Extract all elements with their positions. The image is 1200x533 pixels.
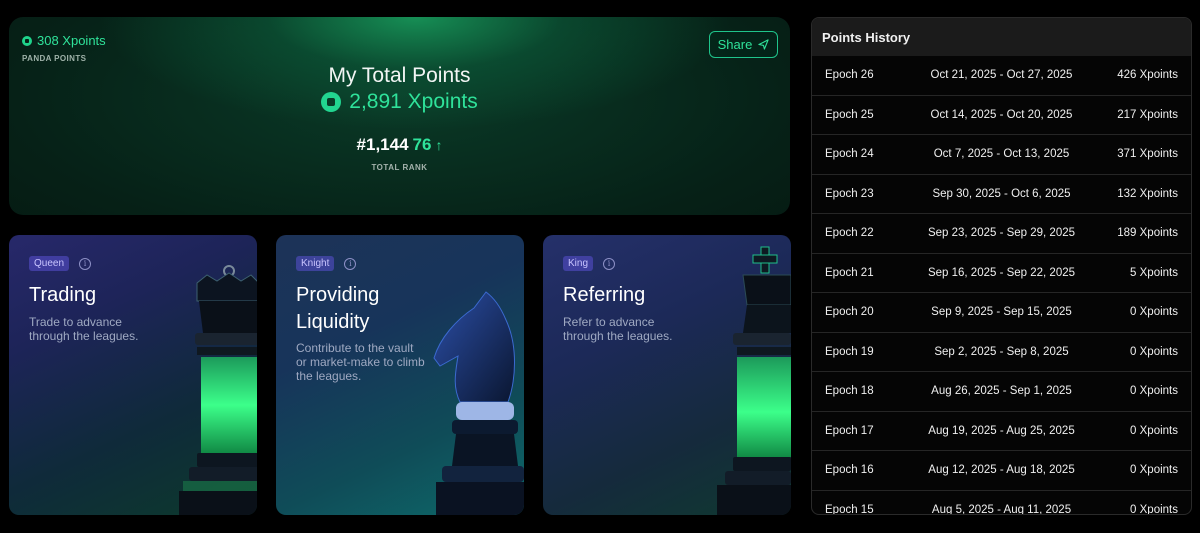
info-icon[interactable]: i (344, 257, 357, 270)
share-button[interactable]: Share (709, 31, 778, 58)
history-dates: Sep 16, 2025 - Sep 22, 2025 (927, 266, 1076, 279)
info-icon[interactable]: i (603, 257, 616, 270)
history-points: 132 Xpoints (1117, 187, 1178, 200)
history-epoch: Epoch 17 (825, 424, 874, 437)
points-history-panel[interactable]: Points History Epoch 26 Oct 21, 2025 - Oc… (811, 17, 1192, 515)
history-epoch: Epoch 25 (825, 108, 874, 121)
history-row: Epoch 17 Aug 19, 2025 - Aug 25, 2025 0 Xpo… (812, 412, 1191, 451)
league-title: Providing Liquidity (296, 284, 380, 333)
league-description: Contribute to the vault or market-make t… (296, 341, 425, 383)
history-dates: Sep 30, 2025 - Oct 6, 2025 (932, 187, 1071, 200)
tier-row: Knight i (296, 256, 357, 271)
total-points-card: 308 Xpoints PANDA POINTS Share My Total … (9, 17, 790, 215)
history-points: 0 Xpoints (1130, 424, 1178, 437)
panda-points: 308 Xpoints PANDA POINTS (22, 33, 106, 63)
tier-badge: Queen (29, 256, 70, 271)
knight-piece-image (433, 291, 524, 515)
history-dates: Aug 26, 2025 - Sep 1, 2025 (931, 385, 1072, 398)
history-row: Epoch 21 Sep 16, 2025 - Sep 22, 2025 5 Xpo… (812, 254, 1191, 293)
history-points: 0 Xpoints (1130, 503, 1178, 515)
league-description: Trade to advance through the leagues. (29, 315, 139, 343)
history-dates: Aug 19, 2025 - Aug 25, 2025 (928, 424, 1075, 437)
history-points: 189 Xpoints (1117, 227, 1178, 240)
panda-xpoints-value: 308 Xpoints (37, 33, 106, 48)
tier-row: King i (563, 256, 616, 271)
history-epoch: Epoch 21 (825, 266, 874, 279)
xpoints-icon (321, 92, 342, 112)
panda-points-label: PANDA POINTS (22, 54, 87, 63)
points-history-list[interactable]: Epoch 26 Oct 21, 2025 - Oct 27, 2025 426 X… (812, 56, 1191, 515)
history-epoch: Epoch 19 (825, 345, 874, 358)
history-points: 426 Xpoints (1117, 69, 1178, 82)
queen-piece-image (179, 265, 257, 515)
points-history-title: Points History (812, 18, 1191, 56)
history-row: Epoch 25 Oct 14, 2025 - Oct 20, 2025 217 X… (812, 96, 1191, 135)
league-title: Trading (29, 284, 97, 306)
rank-change-value: 76 (412, 135, 432, 154)
history-epoch: Epoch 22 (825, 227, 874, 240)
total-points-value: 2,891 Xpoints (349, 90, 478, 113)
history-row: Epoch 19 Sep 2, 2025 - Sep 8, 2025 0 Xpoin… (812, 333, 1191, 372)
history-points: 217 Xpoints (1117, 108, 1178, 121)
arrow-up-icon: ↑ (435, 137, 443, 153)
king-piece-image (717, 246, 791, 515)
history-row: Epoch 16 Aug 12, 2025 - Aug 18, 2025 0 Xpo… (812, 451, 1191, 491)
league-card-trading[interactable]: Queen i Trading Trade to advance through… (9, 235, 257, 515)
info-icon[interactable]: i (79, 257, 92, 270)
share-button-label: Share (717, 37, 753, 52)
history-dates: Aug 5, 2025 - Aug 11, 2025 (931, 503, 1072, 515)
rank-label: TOTAL RANK (371, 163, 428, 172)
history-row: Epoch 18 Aug 26, 2025 - Sep 1, 2025 0 Xpoi… (812, 372, 1191, 412)
page-title: My Total Points (328, 64, 471, 87)
league-card-liquidity[interactable]: Knight i Providing Liquidity Contribute … (276, 235, 524, 515)
rank-value: #1,144 (356, 135, 409, 154)
history-dates: Sep 2, 2025 - Sep 8, 2025 (934, 345, 1069, 358)
history-points: 371 Xpoints (1117, 148, 1178, 161)
tier-badge: King (563, 256, 594, 271)
league-title: Referring (563, 284, 646, 306)
tier-row: Queen i (29, 256, 92, 271)
history-epoch: Epoch 23 (825, 187, 874, 200)
league-description: Refer to advance through the leagues. (563, 315, 673, 343)
league-card-referring[interactable]: King i Referring Refer to advance throug… (543, 235, 791, 515)
tier-badge: Knight (296, 256, 335, 271)
history-row: Epoch 22 Sep 23, 2025 - Sep 29, 2025 189 X… (812, 214, 1191, 254)
history-dates: Sep 9, 2025 - Sep 15, 2025 (931, 306, 1072, 319)
history-row: Epoch 15 Aug 5, 2025 - Aug 11, 2025 0 Xpoi… (812, 491, 1191, 515)
history-epoch: Epoch 20 (825, 306, 874, 319)
panda-xpoints-row: 308 Xpoints (22, 33, 106, 48)
history-dates: Oct 7, 2025 - Oct 13, 2025 (933, 148, 1070, 161)
history-points: 0 Xpoints (1130, 385, 1178, 398)
history-row: Epoch 23 Sep 30, 2025 - Oct 6, 2025 132 Xp… (812, 175, 1191, 214)
xpoints-icon (22, 35, 32, 46)
send-icon (758, 39, 769, 50)
history-row: Epoch 24 Oct 7, 2025 - Oct 13, 2025 371 Xp… (812, 135, 1191, 175)
history-dates: Sep 23, 2025 - Sep 29, 2025 (927, 227, 1076, 240)
history-dates: Aug 12, 2025 - Aug 18, 2025 (928, 464, 1075, 477)
history-row: Epoch 20 Sep 9, 2025 - Sep 15, 2025 0 Xpoi… (812, 293, 1191, 333)
history-dates: Oct 21, 2025 - Oct 27, 2025 (930, 69, 1073, 82)
history-epoch: Epoch 24 (825, 148, 874, 161)
history-points: 0 Xpoints (1130, 306, 1178, 319)
history-points: 5 Xpoints (1130, 266, 1178, 279)
history-points: 0 Xpoints (1130, 464, 1178, 477)
history-epoch: Epoch 26 (825, 69, 874, 82)
history-epoch: Epoch 15 (825, 503, 874, 515)
history-row: Epoch 26 Oct 21, 2025 - Oct 27, 2025 426 X… (812, 56, 1191, 96)
history-dates: Oct 14, 2025 - Oct 20, 2025 (930, 108, 1073, 121)
total-points-row: 2,891 Xpoints (9, 90, 790, 114)
history-epoch: Epoch 16 (825, 464, 874, 477)
history-points: 0 Xpoints (1130, 345, 1178, 358)
history-epoch: Epoch 18 (825, 385, 874, 398)
rank-row: #1,144 76 ↑ (9, 135, 790, 155)
